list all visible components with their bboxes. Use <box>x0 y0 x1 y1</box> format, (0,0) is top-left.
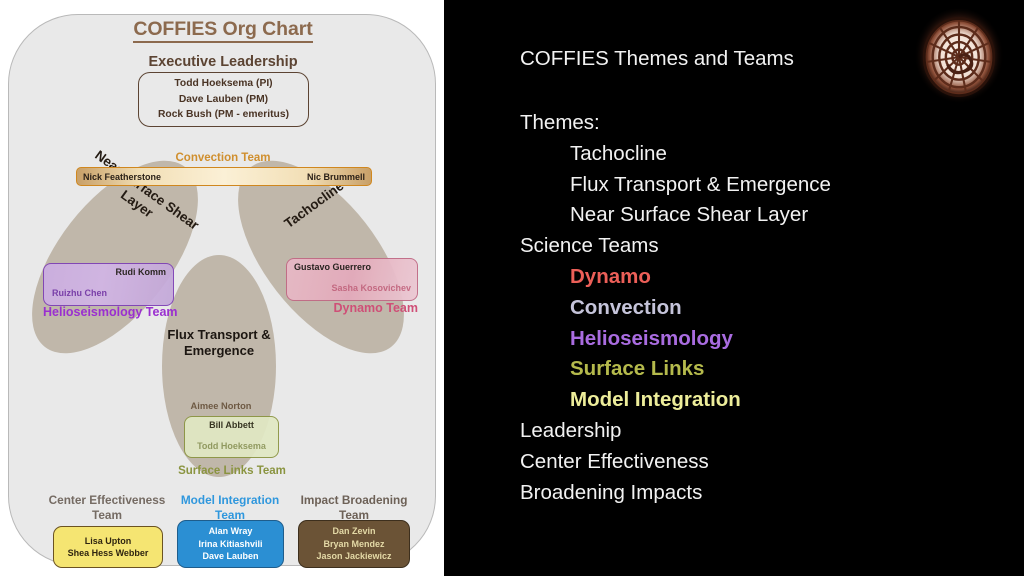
helioseismology-team-label: Helioseismology Team <box>43 305 178 319</box>
slide-title: COFFIES Themes and Teams <box>520 47 794 70</box>
list-item: Broadening Impacts <box>520 480 703 504</box>
surface-links-member-above: Aimee Norton <box>190 401 252 411</box>
org-chart-slide: COFFIES Org Chart Executive Leadership T… <box>0 0 444 576</box>
dynamo-team-label: Dynamo Team <box>333 301 418 315</box>
impact-broadening-member: Dan Zevin <box>332 526 376 537</box>
list-item-helioseismology: Helioseismology <box>570 326 733 350</box>
surface-links-member: Bill Abbett <box>209 420 254 430</box>
convection-team-heading: Convection Team <box>175 152 271 164</box>
list-item-dynamo: Dynamo <box>570 264 651 288</box>
org-chart-card: COFFIES Org Chart Executive Leadership T… <box>0 14 436 568</box>
model-integration-team-box: Alan Wray Irina Kitiashvili Dave Lauben <box>177 520 284 568</box>
list-item-model-integration: Model Integration <box>570 388 741 412</box>
center-effectiveness-team-heading: Center Effectiveness Team <box>48 493 166 522</box>
impact-broadening-team-box: Dan Zevin Bryan Mendez Jason Jackiewicz <box>298 520 410 568</box>
convection-team-box: Nick Featherstone Nic Brummell <box>76 167 372 186</box>
coffies-spiral-logo-icon <box>913 8 1005 107</box>
center-effectiveness-member: Lisa Upton <box>84 535 132 546</box>
list-item: Themes: <box>520 111 600 134</box>
surface-links-member: Todd Hoeksema <box>197 441 266 451</box>
themes-and-teams-slide: COFFIES Themes and Teams Themes: Tachocl… <box>444 0 1024 576</box>
center-effectiveness-team-box: Lisa Upton Shea Hess Webber <box>53 526 163 568</box>
slide-pair: COFFIES Org Chart Executive Leadership T… <box>0 0 1024 576</box>
list-item: Leadership <box>520 418 622 442</box>
model-integration-member: Alan Wray <box>208 526 253 537</box>
helioseismology-member: Rudi Komm <box>115 267 167 277</box>
list-item: Center Effectiveness <box>520 449 709 473</box>
helioseismology-team-box: Rudi Komm Ruizhu Chen <box>43 263 174 306</box>
dynamo-member: Gustavo Guerrero <box>294 262 372 272</box>
impact-broadening-member: Bryan Mendez <box>323 538 385 549</box>
list-item-surface-links: Surface Links <box>570 357 705 381</box>
model-integration-member: Irina Kitiashvili <box>198 538 263 549</box>
list-item: Tachocline <box>570 141 667 165</box>
themes-and-teams-list: Themes: Tachocline Flux Transport & Emer… <box>520 108 1000 508</box>
list-item: Near Surface Shear Layer <box>570 203 809 227</box>
list-item: Science Teams <box>520 234 659 258</box>
list-item: Flux Transport & Emergence <box>570 172 831 196</box>
center-effectiveness-member: Shea Hess Webber <box>67 548 149 558</box>
helioseismology-member: Ruizhu Chen <box>52 288 107 298</box>
convection-member: Nic Brummell <box>306 171 365 182</box>
surface-links-team-box: Bill Abbett Todd Hoeksema <box>184 416 279 458</box>
impact-broadening-team-heading: Impact Broadening Team <box>300 493 408 522</box>
venn-label-flux-transport-emergence: Flux Transport & Emergence <box>167 327 271 358</box>
convection-member: Nick Featherstone <box>83 171 162 182</box>
dynamo-member: Sasha Kosovichev <box>331 283 411 293</box>
surface-links-team-label: Surface Links Team <box>178 465 286 477</box>
impact-broadening-member: Jason Jackiewicz <box>316 551 392 562</box>
list-item-convection: Convection <box>570 295 682 319</box>
model-integration-member: Dave Lauben <box>202 551 259 562</box>
dynamo-team-box: Gustavo Guerrero Sasha Kosovichev <box>286 258 418 301</box>
model-integration-team-heading: Model Integration Team <box>180 493 280 522</box>
